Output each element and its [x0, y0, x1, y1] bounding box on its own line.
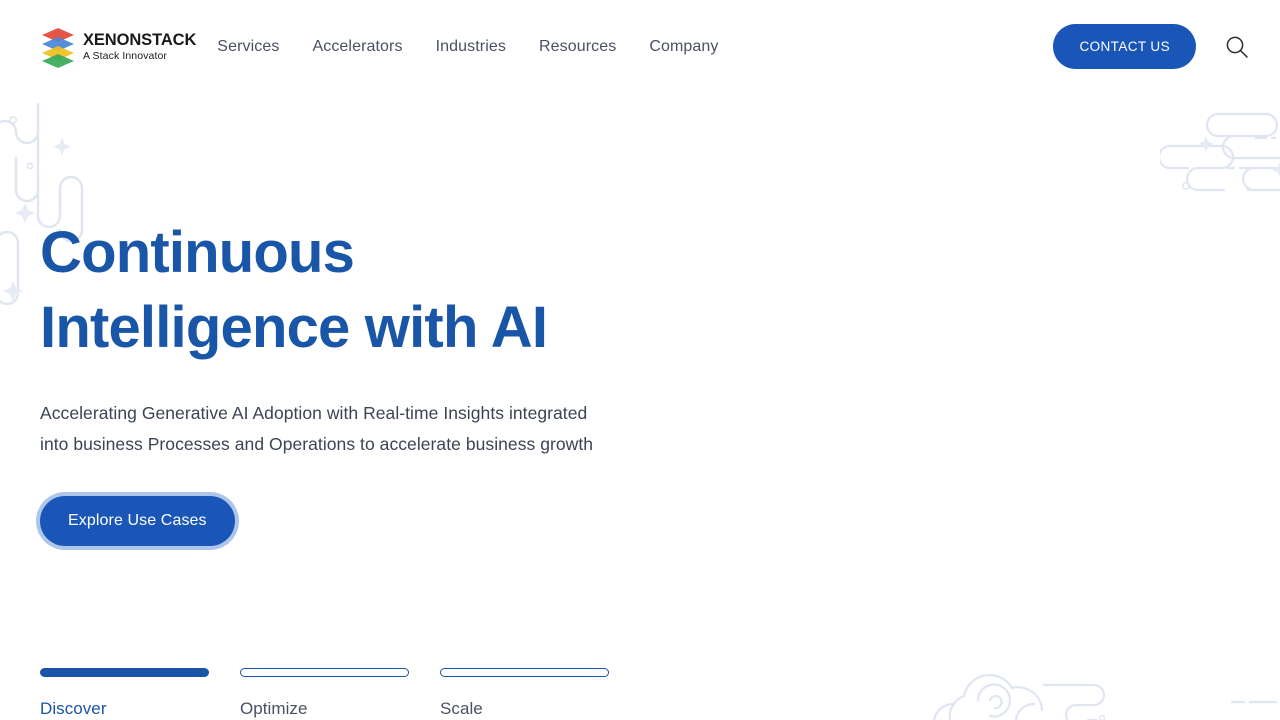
hero-page: XENONSTACK A Stack Innovator Services Ac…	[0, 0, 1280, 720]
nav-item-resources[interactable]: Resources	[539, 38, 616, 56]
step-label: Scale	[440, 699, 483, 718]
nav-item-accelerators[interactable]: Accelerators	[312, 38, 402, 56]
step-label: Optimize	[240, 699, 308, 718]
hero-subtitle-line-3: accelerate business growth	[379, 433, 594, 454]
hero-section: Continuous Intelligence with AI Accelera…	[40, 215, 760, 546]
page-title: Continuous Intelligence with AI	[40, 215, 760, 366]
search-icon	[1226, 36, 1248, 58]
search-button[interactable]	[1222, 32, 1252, 62]
step-indicators: Discover Optimize Scale	[40, 668, 609, 719]
page-title-line-1: Continuous	[40, 220, 355, 285]
step-scale[interactable]: Scale	[440, 668, 609, 719]
nav-item-services[interactable]: Services	[217, 38, 279, 56]
explore-use-cases-button[interactable]: Explore Use Cases	[40, 495, 235, 546]
nav-item-industries[interactable]: Industries	[436, 38, 506, 56]
step-progress-bar	[240, 668, 409, 677]
step-discover[interactable]: Discover	[40, 668, 209, 719]
logo-brand-name: XENONSTACK	[83, 30, 197, 49]
decorative-pattern-bottom-right	[932, 674, 1278, 720]
step-progress-bar	[40, 668, 209, 677]
hero-subtitle-line-1: Accelerating Generative AI Adoption with…	[40, 402, 505, 423]
step-progress-bar	[440, 668, 609, 677]
page-title-line-2: Intelligence with AI	[40, 295, 548, 361]
nav-item-company[interactable]: Company	[649, 38, 718, 56]
stacked-layers-icon	[42, 27, 74, 68]
main-navigation: Services Accelerators Industries Resourc…	[217, 38, 718, 56]
header-actions: CONTACT US	[1053, 24, 1252, 69]
step-optimize[interactable]: Optimize	[240, 668, 409, 719]
logo-tagline: A Stack Innovator	[83, 50, 167, 62]
logo[interactable]: XENONSTACK A Stack Innovator	[40, 26, 196, 68]
contact-us-button[interactable]: CONTACT US	[1053, 24, 1196, 69]
step-label: Discover	[40, 699, 107, 718]
hero-subtitle: Accelerating Generative AI Adoption with…	[40, 398, 600, 460]
decorative-pattern-top-right	[1160, 112, 1280, 192]
site-header: XENONSTACK A Stack Innovator Services Ac…	[0, 0, 1280, 93]
